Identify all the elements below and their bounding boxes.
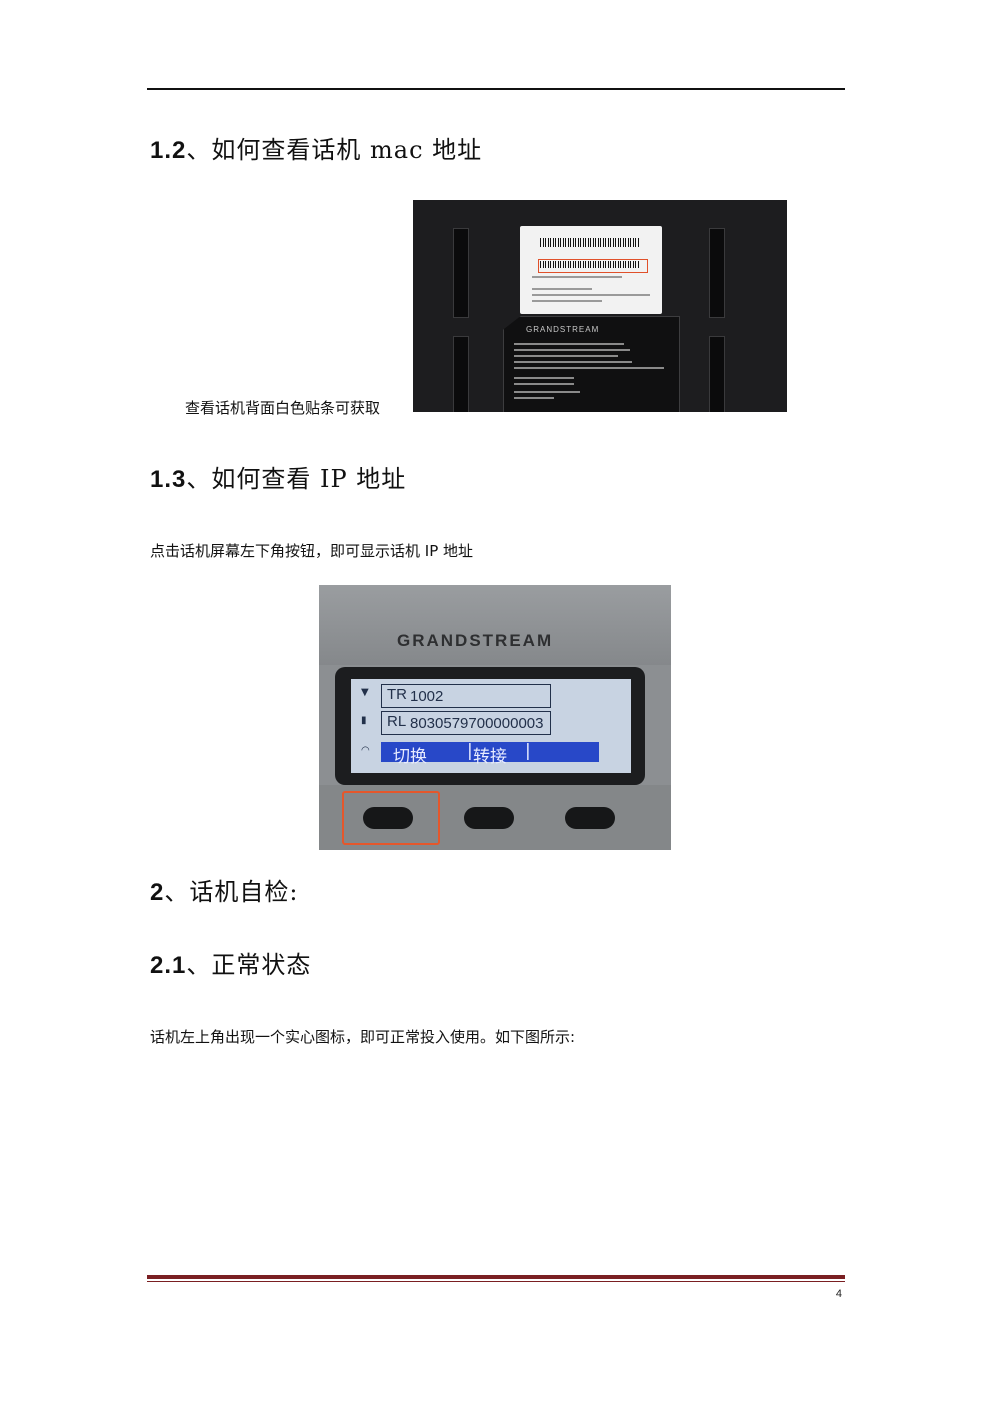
account-icon: ▮	[361, 715, 367, 726]
sticker-text	[532, 288, 592, 290]
phone-screen-photo: GRANDSTREAM ▼ TR 1002 ▮ RL 8030579700000…	[319, 585, 671, 850]
section-title: 、如何查看话机 mac 地址	[186, 136, 483, 164]
phone-back-label-photo: GRANDSTREAM	[413, 200, 787, 412]
section-heading-2-1: 2.1、正常状态	[150, 945, 311, 980]
plate-text	[514, 397, 554, 399]
softkey-separator: |	[525, 741, 531, 761]
plate-text	[514, 391, 580, 393]
softkey-label: 切换	[393, 747, 427, 767]
plate-text	[514, 361, 632, 363]
sticker-text	[532, 300, 602, 302]
softkey-label: 转接	[473, 747, 507, 767]
section-number: 2	[150, 879, 165, 906]
plate-brand: GRANDSTREAM	[526, 325, 600, 334]
softkey-button-middle[interactable]	[464, 807, 514, 829]
header-rule	[147, 88, 845, 90]
phone-top-panel	[319, 585, 671, 665]
headset-icon: ◠	[361, 745, 370, 756]
section-title: 、话机自检:	[164, 878, 299, 906]
plate-text	[514, 383, 574, 385]
plate-text	[514, 349, 630, 351]
row-tag: TR	[387, 686, 407, 703]
section-number: 1.2	[150, 137, 187, 164]
lcd-row-rl: RL 8030579700000003	[381, 711, 551, 735]
softkey-separator: |	[467, 741, 473, 761]
sticker-text	[532, 294, 650, 296]
plate-text	[514, 355, 618, 357]
footer-rule	[147, 1275, 845, 1279]
section-heading-2: 2、话机自检:	[150, 872, 298, 907]
mac-highlight-box	[538, 259, 648, 273]
row-value: 1002	[410, 688, 444, 705]
white-sticker	[520, 226, 662, 314]
section-title: 、正常状态	[186, 951, 312, 979]
plate-text	[514, 343, 624, 345]
phone-slot	[709, 336, 725, 412]
phone-brand: GRANDSTREAM	[397, 631, 554, 650]
phone-slot	[453, 228, 469, 318]
softkey-button-right[interactable]	[565, 807, 615, 829]
lcd-row-tr: TR 1002	[381, 684, 551, 708]
plate-text	[514, 367, 664, 369]
section-number: 2.1	[150, 952, 187, 979]
section-heading-1-3: 1.3、如何查看 IP 地址	[150, 459, 406, 494]
lcd-screen: ▼ TR 1002 ▮ RL 8030579700000003 ◠ 切换 | 转…	[351, 679, 631, 773]
mac-caption: 查看话机背面白色贴条可获取	[185, 399, 381, 417]
phone-slot	[453, 336, 469, 412]
ip-instruction: 点击话机屏幕左下角按钮，即可显示话机 IP 地址	[150, 542, 474, 560]
row-tag: RL	[387, 713, 407, 730]
barcode	[540, 238, 640, 247]
row-value: 8030579700000003	[410, 715, 544, 732]
section-number: 1.3	[150, 466, 187, 493]
section-heading-1-2: 1.2、如何查看话机 mac 地址	[150, 130, 482, 165]
plate-text	[514, 377, 574, 379]
page-number: 4	[835, 1288, 842, 1300]
phone-slot	[709, 228, 725, 318]
softkey-bar: 切换 | 转接 |	[381, 741, 599, 767]
status-instruction: 话机左上角出现一个实心图标，即可正常投入使用。如下图所示:	[150, 1028, 576, 1046]
regulatory-plate: GRANDSTREAM	[503, 316, 680, 412]
button-highlight-box	[342, 791, 440, 845]
footer-rule-thin	[147, 1281, 845, 1282]
sticker-text	[532, 276, 622, 278]
section-title: 、如何查看 IP 地址	[186, 465, 407, 493]
account-icon: ▼	[361, 687, 369, 698]
